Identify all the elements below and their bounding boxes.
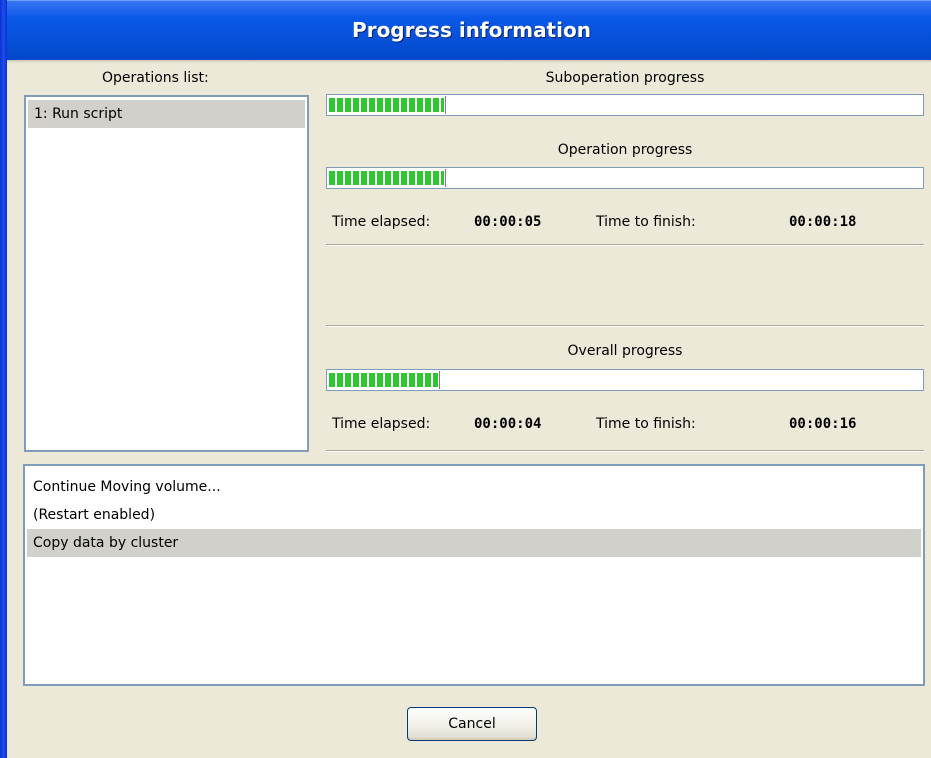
overall-progress-heading: Overall progress: [567, 343, 683, 359]
cancel-button[interactable]: Cancel: [407, 707, 537, 741]
title-bar-shadow: [7, 60, 931, 63]
suboperation-progress-heading: Suboperation progress: [545, 70, 705, 86]
overall-elapsed-value: 00:00:04: [474, 416, 542, 432]
separator-bottom: [326, 450, 924, 452]
operation-elapsed-label: Time elapsed:: [332, 214, 431, 230]
overall-progress-fill: [329, 371, 441, 389]
separator-upper: [326, 244, 924, 246]
operations-list-item[interactable]: 1: Run script: [28, 100, 305, 128]
overall-finish-value: 00:00:16: [789, 416, 857, 432]
separator-lower: [326, 325, 924, 327]
operations-list[interactable]: 1: Run script: [24, 95, 309, 452]
operation-log[interactable]: Continue Moving volume... (Restart enabl…: [23, 464, 925, 686]
window-frame-left: [0, 0, 7, 758]
operation-elapsed-value: 00:00:05: [474, 214, 542, 230]
window-title: Progress information: [352, 18, 591, 42]
log-line: (Restart enabled): [33, 507, 156, 523]
title-bar[interactable]: Progress information: [0, 0, 931, 60]
overall-progress-bar: [326, 369, 924, 391]
overall-finish-label: Time to finish:: [596, 416, 696, 432]
suboperation-progress-fill: [329, 96, 447, 114]
log-line-selected: Copy data by cluster: [27, 529, 921, 557]
overall-elapsed-label: Time elapsed:: [332, 416, 431, 432]
operation-finish-value: 00:00:18: [789, 214, 857, 230]
suboperation-progress-bar: [326, 94, 924, 116]
operations-list-heading: Operations list:: [102, 70, 209, 86]
log-line: Continue Moving volume...: [33, 479, 221, 495]
operation-progress-bar: [326, 167, 924, 189]
progress-dialog: Progress information Operations list: 1:…: [0, 0, 931, 758]
operation-progress-heading: Operation progress: [557, 142, 693, 158]
operation-progress-fill: [329, 169, 447, 187]
operation-finish-label: Time to finish:: [596, 214, 696, 230]
